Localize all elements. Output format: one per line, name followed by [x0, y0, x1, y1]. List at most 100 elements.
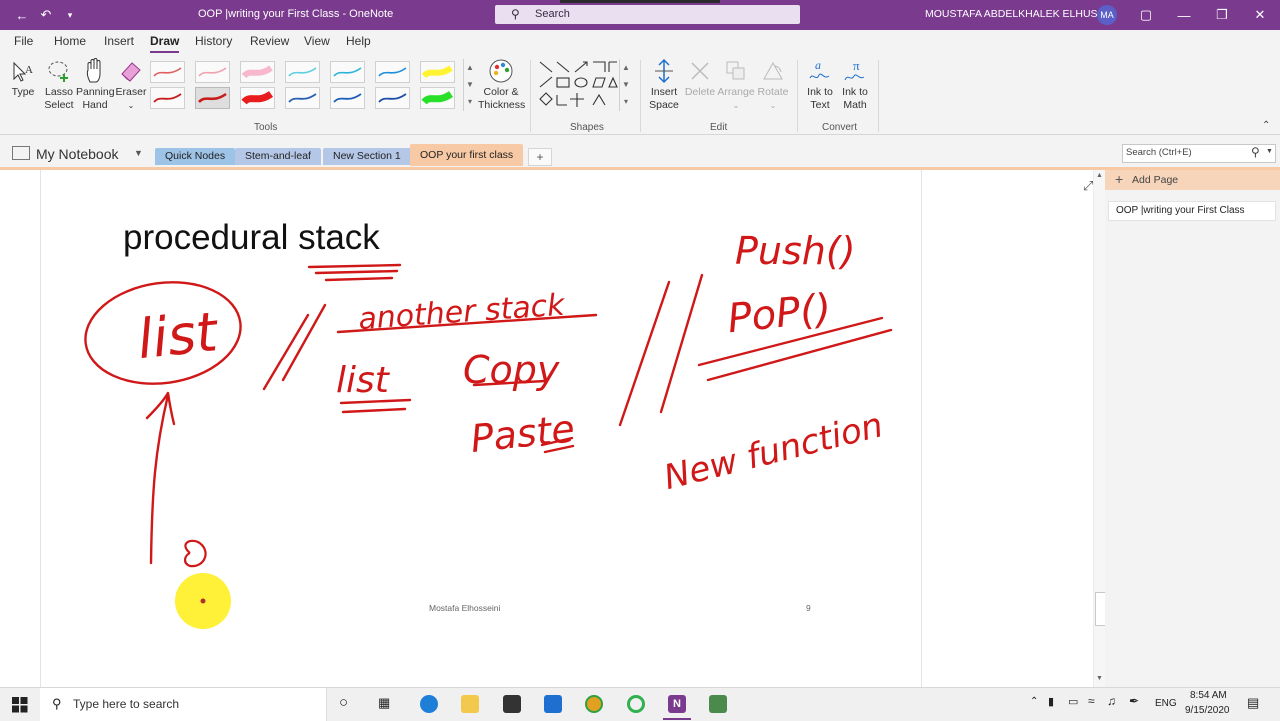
tab-history[interactable]: History [195, 34, 232, 48]
ink-word-copy: Copy [463, 348, 560, 392]
full-screen-icon[interactable]: ▢ [1128, 0, 1164, 30]
taskbar-search[interactable]: ⚲ Type here to search [40, 688, 327, 721]
tab-home[interactable]: Home [54, 34, 86, 48]
store-icon[interactable] [503, 695, 521, 713]
arrange-button[interactable]: Arrange ⌄ [717, 58, 755, 112]
add-section-button[interactable]: + [528, 148, 552, 166]
clock-time[interactable]: 8:54 AM [1190, 690, 1227, 701]
tray-chevron-icon[interactable]: ⌃ [1030, 696, 1038, 707]
pen-swatch[interactable] [285, 87, 320, 109]
page-search-placeholder: Search (Ctrl+E) [1126, 147, 1192, 158]
notebook-dropdown-icon[interactable]: ▼ [134, 148, 143, 158]
wifi-icon[interactable]: ≈ [1088, 694, 1095, 708]
pen-swatch[interactable] [150, 61, 185, 83]
section-tab[interactable]: Stem-and-leaf [235, 148, 321, 165]
shapes-scroll[interactable]: ▲ ▼ ▾ [619, 59, 632, 111]
scroll-up-icon[interactable]: ▲ [1096, 172, 1103, 179]
pen-workspace-icon[interactable]: ✒ [1129, 694, 1139, 708]
search-input[interactable]: ⚲ Search [495, 5, 800, 24]
search-placeholder: Search [535, 8, 570, 20]
arrange-label: Arrange [717, 86, 755, 98]
panning-hand-button[interactable]: Panning Hand [76, 58, 115, 112]
type-cursor-icon: A [8, 58, 38, 84]
close-icon[interactable]: ✕ [1242, 0, 1278, 30]
chrome-icon[interactable] [585, 695, 603, 713]
panning-label-2: Hand [82, 99, 108, 111]
section-tab[interactable]: Quick Nodes [155, 148, 236, 165]
pen-swatch[interactable] [375, 61, 410, 83]
mail-icon[interactable] [544, 695, 562, 713]
tab-insert[interactable]: Insert [104, 34, 134, 48]
eraser-icon [114, 58, 148, 84]
arrange-dropdown-icon[interactable]: ⌄ [733, 101, 740, 110]
pen-gallery [150, 59, 462, 111]
app-loader-icon[interactable] [627, 695, 645, 713]
collapse-ribbon-icon[interactable]: ⌃ [1262, 120, 1270, 131]
delete-label: Delete [684, 86, 716, 98]
hand-icon [76, 58, 114, 84]
pen-gallery-scroll[interactable]: ▲ ▼ ▾ [463, 59, 476, 111]
volume-icon[interactable]: ♫ [1107, 694, 1116, 708]
pen-swatch[interactable] [330, 87, 365, 109]
file-explorer-icon[interactable] [461, 695, 479, 713]
avatar[interactable]: MA [1097, 5, 1117, 25]
pen-swatch[interactable] [330, 61, 365, 83]
search-scope-dropdown-icon[interactable]: ▼ [1266, 148, 1273, 155]
notebook-bar: My Notebook ▼ Quick Nodes Stem-and-leaf Ne… [0, 135, 1280, 170]
task-view-icon[interactable]: ▦ [378, 695, 390, 711]
section-tab[interactable]: OOP your first class [410, 144, 524, 166]
ink-word-another-stack: another stack [357, 288, 567, 337]
scroll-down-icon[interactable]: ▼ [1096, 675, 1103, 682]
ink-to-text-button[interactable]: a Ink to Text [803, 58, 837, 112]
rotate-button[interactable]: Rotate ⌄ [756, 58, 790, 112]
ink-word-list: list [135, 300, 222, 371]
edge-icon[interactable] [420, 695, 438, 713]
app-icon[interactable] [709, 695, 727, 713]
lasso-select-button[interactable]: Lasso Select [42, 58, 76, 112]
insert-space-button[interactable]: Insert Space [646, 58, 682, 112]
pen-swatch[interactable] [195, 87, 230, 109]
ink-drawing[interactable]: list another stack list Copy Paste Push(… [0, 170, 1093, 687]
ink-to-math-button[interactable]: π Ink to Math [838, 58, 872, 112]
tab-help[interactable]: Help [346, 34, 371, 48]
shapes-gallery[interactable] [537, 59, 619, 111]
insert-space-icon [646, 58, 682, 84]
type-button[interactable]: A Type [8, 58, 38, 99]
eraser-button[interactable]: Eraser ⌄ [114, 58, 148, 112]
battery-icon[interactable]: ▭ [1068, 695, 1078, 708]
pen-swatch[interactable] [420, 61, 455, 83]
pen-swatch[interactable] [375, 87, 410, 109]
pen-swatch[interactable] [150, 87, 185, 109]
tab-review[interactable]: Review [250, 34, 289, 48]
clock-date[interactable]: 9/15/2020 [1185, 705, 1230, 716]
notifications-icon[interactable]: ▤ [1247, 695, 1259, 711]
maximize-icon[interactable]: ❐ [1204, 0, 1240, 30]
quick-access-dropdown-icon[interactable]: ▾ [52, 0, 88, 30]
pen-swatch[interactable] [420, 87, 455, 109]
page-list-item[interactable]: OOP |writing your First Class [1108, 201, 1276, 221]
tab-file[interactable]: File [14, 34, 33, 48]
pen-swatch[interactable] [285, 61, 320, 83]
minimize-icon[interactable]: — [1166, 0, 1202, 30]
windows-start-icon[interactable] [12, 697, 28, 716]
notebook-name[interactable]: My Notebook [36, 146, 118, 162]
usb-icon[interactable]: ▮ [1048, 695, 1054, 708]
page-search-input[interactable]: Search (Ctrl+E) ⚲ ▼ [1122, 144, 1276, 163]
tab-draw[interactable]: Draw [150, 34, 180, 53]
add-page-button[interactable]: + Add Page [1105, 170, 1280, 190]
tab-view[interactable]: View [304, 34, 330, 48]
pen-swatch[interactable] [240, 61, 275, 83]
delete-button[interactable]: Delete [683, 58, 717, 99]
rotate-dropdown-icon[interactable]: ⌄ [770, 101, 777, 110]
cortana-icon[interactable]: ○ [339, 694, 348, 711]
pen-swatch[interactable] [240, 87, 275, 109]
ink-scribble [184, 539, 207, 568]
language-indicator[interactable]: ENG [1155, 698, 1177, 709]
onenote-icon[interactable]: N [668, 695, 686, 713]
svg-text:π: π [853, 58, 860, 73]
color-thickness-button[interactable]: Color & Thickness [478, 58, 525, 112]
pen-swatch[interactable] [195, 61, 230, 83]
ink-to-math-icon: π [838, 58, 872, 84]
section-tab[interactable]: New Section 1 [323, 148, 411, 165]
eraser-dropdown-icon[interactable]: ⌄ [128, 101, 135, 110]
